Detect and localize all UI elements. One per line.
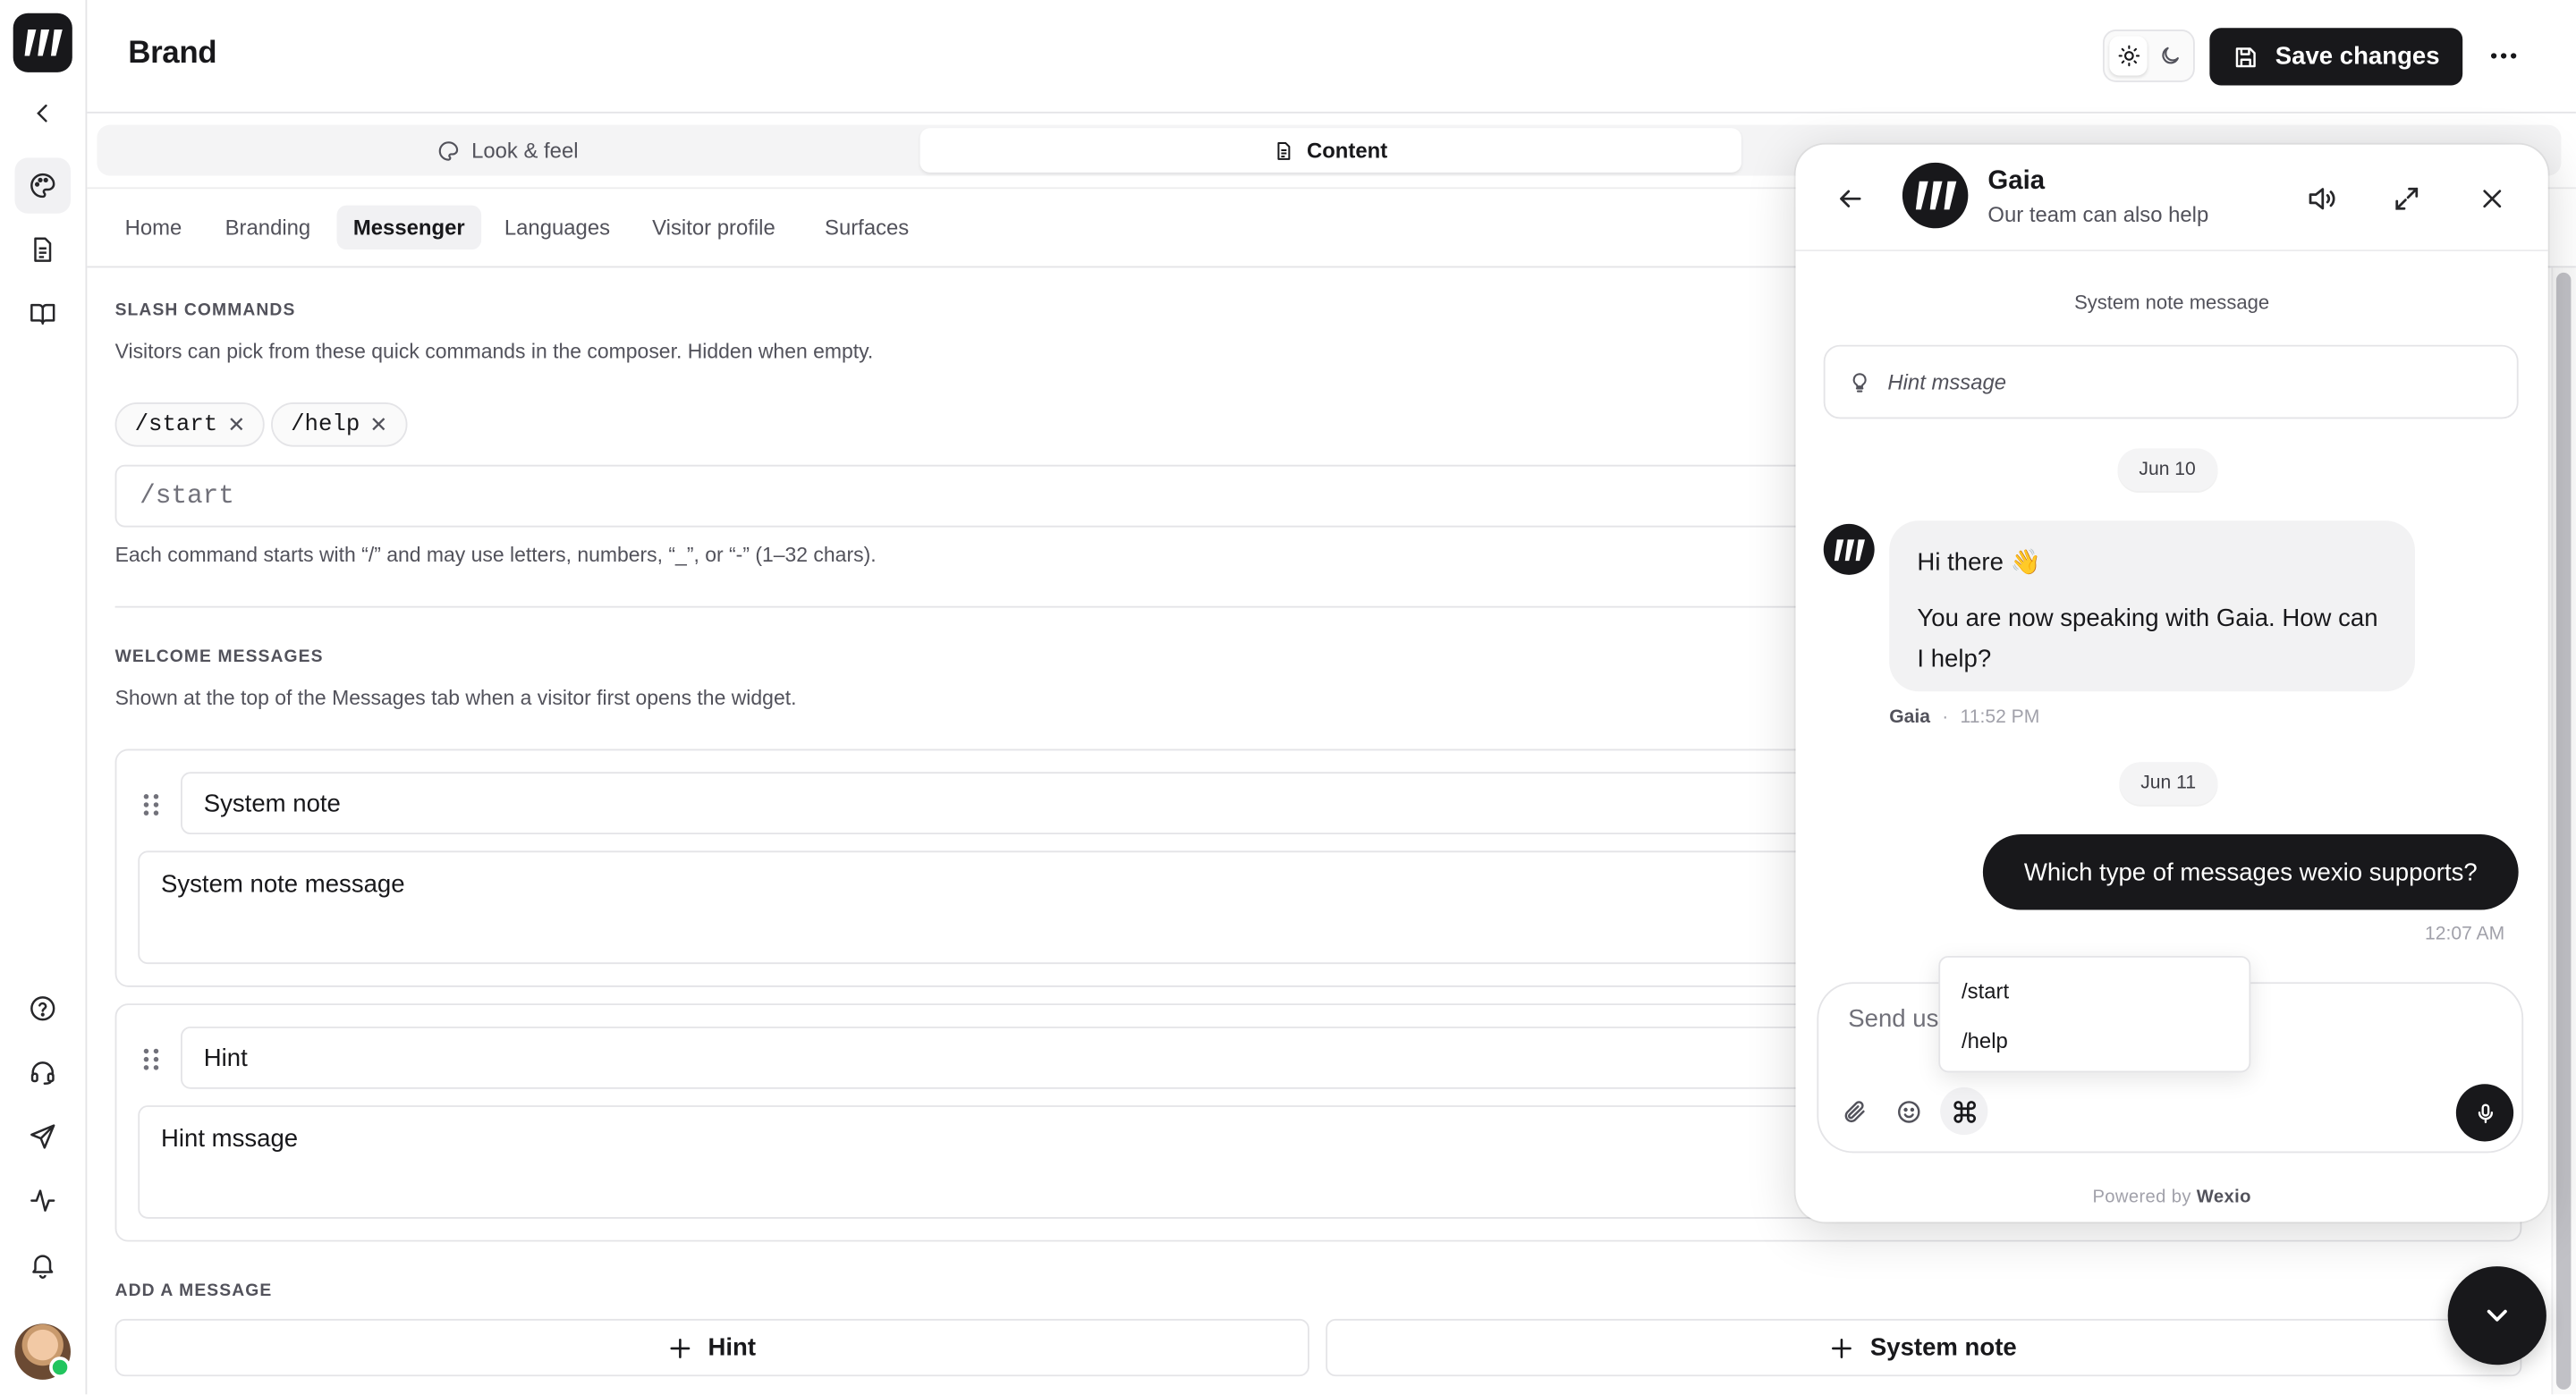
save-changes-button[interactable]: Save changes bbox=[2209, 28, 2463, 86]
drag-handle-icon[interactable] bbox=[140, 789, 163, 822]
sidebar-item-brand[interactable] bbox=[14, 157, 71, 214]
sun-icon[interactable] bbox=[2109, 36, 2148, 76]
sidebar bbox=[0, 0, 88, 1395]
command-suggestions-popup: /start /help bbox=[1938, 955, 2251, 1073]
tab-label: Content bbox=[1306, 138, 1388, 163]
add-hint-label: Hint bbox=[708, 1333, 757, 1362]
hint-message: Hint mssage bbox=[1823, 344, 2519, 419]
command-chip: /start ✕ bbox=[114, 402, 266, 447]
command-option-help[interactable]: /help bbox=[1962, 1028, 2008, 1053]
command-chip: /help ✕ bbox=[271, 402, 408, 447]
message-text: You are now speaking with Gaia. How can … bbox=[1917, 604, 2378, 674]
collapse-sidebar-icon[interactable] bbox=[15, 86, 71, 141]
powered-by-label: Powered by bbox=[2092, 1187, 2191, 1207]
subtab-languages[interactable]: Languages bbox=[487, 206, 626, 250]
message-meta: Gaia · 11:52 PM bbox=[1889, 708, 2039, 728]
slash-commands-heading: SLASH COMMANDS bbox=[114, 300, 296, 321]
notifications-bell-icon[interactable] bbox=[15, 1237, 71, 1292]
page-header: Brand Save changes bbox=[87, 0, 2576, 114]
file-text-icon bbox=[1278, 141, 1292, 160]
support-headset-icon[interactable] bbox=[15, 1044, 71, 1100]
command-help-text: Each command starts with “/” and may use… bbox=[114, 543, 877, 567]
plus-icon bbox=[670, 1338, 691, 1357]
system-note: System note message bbox=[2074, 291, 2270, 314]
chip-label: /start bbox=[134, 411, 218, 438]
expand-icon[interactable] bbox=[2385, 177, 2428, 220]
meta-separator: · bbox=[1942, 707, 1949, 728]
widget-toggle-button[interactable] bbox=[2447, 1266, 2546, 1365]
page-title: Brand bbox=[128, 36, 217, 71]
tab-label: Look & feel bbox=[471, 138, 579, 163]
moon-icon[interactable] bbox=[2150, 36, 2188, 75]
palette-icon bbox=[438, 140, 459, 160]
back-arrow-icon[interactable] bbox=[1828, 177, 1871, 220]
activity-icon[interactable] bbox=[15, 1172, 71, 1228]
save-changes-label: Save changes bbox=[2275, 42, 2440, 71]
slash-commands-description: Visitors can pick from these quick comma… bbox=[114, 340, 874, 363]
message-title-input[interactable]: Hint bbox=[181, 1026, 1988, 1089]
powered-by: Powered by Wexio bbox=[1796, 1188, 2548, 1207]
sidebar-item-knowledge[interactable] bbox=[15, 286, 71, 342]
date-separator: Jun 11 bbox=[2119, 762, 2217, 805]
subtab-home[interactable]: Home bbox=[108, 206, 198, 250]
more-options-icon[interactable] bbox=[2478, 30, 2530, 82]
send-icon[interactable] bbox=[15, 1109, 71, 1164]
message-body-textarea[interactable]: System note message bbox=[138, 850, 1945, 965]
welcome-messages-description: Shown at the top of the Messages tab whe… bbox=[114, 686, 797, 710]
add-system-note-label: System note bbox=[1869, 1333, 2017, 1362]
message-body-textarea[interactable]: Hint mssage bbox=[138, 1105, 1945, 1219]
chevron-down-icon bbox=[2487, 1309, 2507, 1322]
command-input[interactable]: /start bbox=[114, 464, 1922, 528]
plus-icon bbox=[1832, 1338, 1852, 1357]
drag-handle-icon[interactable] bbox=[140, 1043, 163, 1076]
sound-icon[interactable] bbox=[2300, 177, 2343, 220]
meta-time: 11:52 PM bbox=[1960, 707, 2040, 728]
divider bbox=[114, 605, 1922, 608]
tab-look-and-feel[interactable]: Look & feel bbox=[100, 128, 915, 173]
help-icon[interactable] bbox=[15, 981, 71, 1036]
command-option-start[interactable]: /start bbox=[1962, 979, 2009, 1004]
composer-placeholder: Send us bbox=[1848, 1005, 1939, 1034]
hint-text: Hint mssage bbox=[1887, 369, 2007, 394]
command-icon[interactable] bbox=[1940, 1086, 1988, 1136]
attachment-icon[interactable] bbox=[1834, 1091, 1877, 1134]
online-status-dot bbox=[49, 1357, 71, 1378]
app-logo-icon[interactable] bbox=[13, 13, 72, 72]
message-title-input[interactable]: System note bbox=[181, 772, 1988, 835]
date-separator: Jun 10 bbox=[2117, 448, 2217, 492]
theme-toggle[interactable] bbox=[2102, 30, 2195, 82]
add-system-note-button[interactable]: System note bbox=[1326, 1318, 2522, 1377]
user-message-time: 12:07 AM bbox=[2424, 925, 2505, 945]
powered-by-brand[interactable]: Wexio bbox=[2197, 1188, 2251, 1207]
subtab-branding[interactable]: Branding bbox=[208, 206, 326, 250]
chat-header: Gaia Our team can also help bbox=[1795, 145, 2548, 252]
agent-avatar-logo bbox=[1823, 523, 1875, 575]
agent-message-bubble: Hi there 👋 You are now speaking with Gai… bbox=[1889, 520, 2415, 692]
user-message-bubble: Which type of messages wexio supports? bbox=[1982, 834, 2519, 910]
app-window: Brand Save changes Look & feel Content H… bbox=[0, 0, 2576, 1395]
remove-chip-icon[interactable]: ✕ bbox=[369, 411, 387, 437]
sidebar-item-documents[interactable] bbox=[15, 222, 71, 277]
meta-sender: Gaia bbox=[1889, 707, 1931, 728]
agent-subtitle: Our team can also help bbox=[1987, 201, 2209, 227]
greeting-text: Hi there 👋 bbox=[1917, 548, 2041, 577]
save-icon bbox=[2235, 46, 2256, 67]
tab-content[interactable]: Content bbox=[919, 128, 1741, 173]
subtab-messenger[interactable]: Messenger bbox=[336, 205, 482, 250]
chip-label: /help bbox=[291, 411, 360, 438]
emoji-icon[interactable] bbox=[1887, 1091, 1930, 1134]
add-message-heading: ADD A MESSAGE bbox=[114, 1281, 273, 1301]
microphone-icon[interactable] bbox=[2455, 1084, 2514, 1142]
remove-chip-icon[interactable]: ✕ bbox=[227, 411, 245, 437]
agent-name: Gaia bbox=[1987, 167, 2046, 196]
welcome-messages-heading: WELCOME MESSAGES bbox=[114, 647, 324, 667]
add-hint-button[interactable]: Hint bbox=[114, 1318, 1309, 1377]
agent-avatar-logo bbox=[1902, 162, 1969, 229]
scrollbar-thumb[interactable] bbox=[2555, 272, 2572, 1390]
subtab-surfaces[interactable]: Surfaces bbox=[809, 206, 926, 250]
close-icon[interactable] bbox=[2470, 177, 2513, 220]
lightbulb-icon bbox=[1852, 372, 1867, 392]
subtab-visitor-profile[interactable]: Visitor profile bbox=[636, 206, 792, 250]
